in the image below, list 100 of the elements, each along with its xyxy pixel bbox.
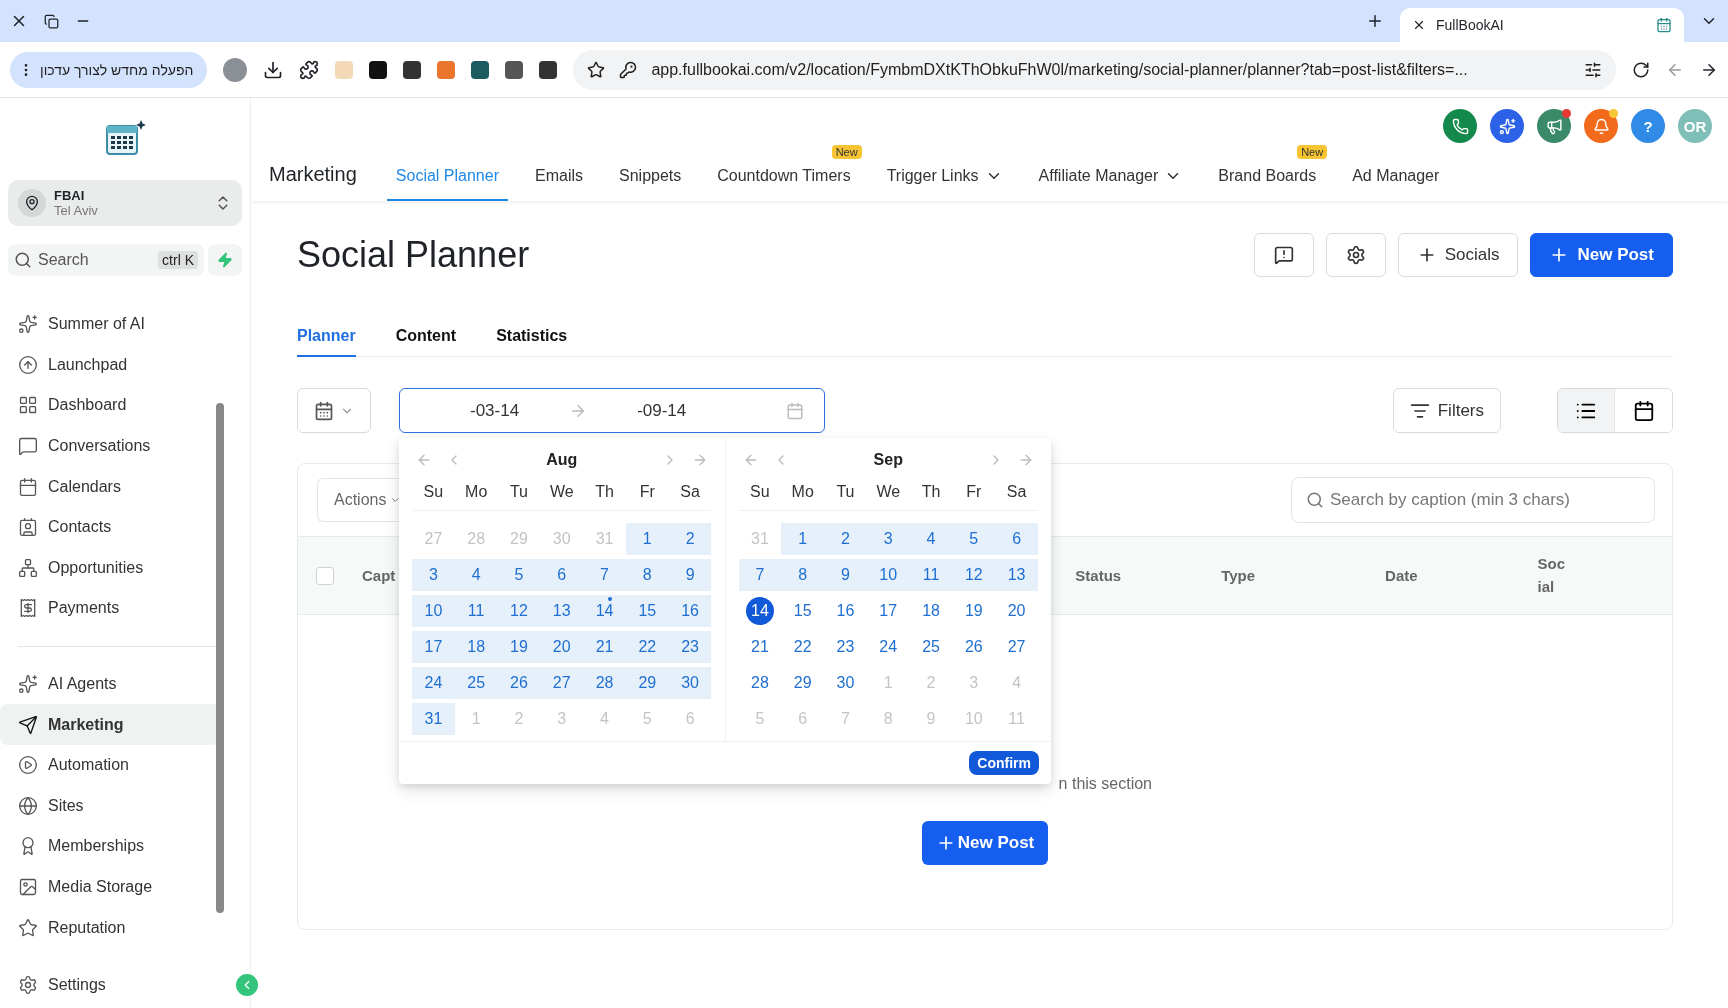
site-settings-icon[interactable] [1584,60,1602,79]
calendar-day[interactable]: 16 [668,595,712,627]
nav-tab[interactable]: Ad Manager [1343,167,1449,201]
extension-icon[interactable] [403,60,422,79]
calendar-day[interactable]: 7 [738,559,782,591]
calendar-day[interactable]: 28 [583,667,626,699]
nav-tab[interactable]: Affiliate Manager [1029,167,1192,201]
calendar-day[interactable]: 19 [497,631,541,663]
sidebar-item[interactable]: Media Storage [0,866,220,908]
nav-tab[interactable]: Snippets [610,167,691,201]
calendar-day[interactable]: 1 [781,523,825,555]
calendar-day[interactable]: 13 [540,595,584,627]
sidebar-item[interactable]: Reputation [0,907,220,948]
nav-tab[interactable]: Emails [526,167,592,201]
tab[interactable]: Content [395,327,457,357]
close-icon[interactable] [1412,18,1426,32]
new-post-button[interactable]: New Post [921,821,1049,865]
sidebar-item[interactable]: Settings [48,976,106,994]
calendar-day[interactable]: 20 [540,631,584,663]
calendar-day[interactable]: 7 [583,559,626,591]
calendar-day[interactable]: 19 [952,595,996,627]
account-switcher[interactable]: FBAI Tel Aviv [8,180,242,226]
header-button[interactable]: Socials [1397,233,1519,277]
extension-icon[interactable] [369,60,388,79]
calendar-day[interactable]: 5 [497,559,541,591]
calendar-day[interactable]: 23 [824,631,867,663]
calendar-day[interactable]: 1 [625,523,669,555]
calendar-day[interactable]: 8 [781,559,825,591]
extension-icon[interactable] [539,60,558,79]
list-view-button[interactable] [1558,389,1615,432]
calendar-day[interactable]: 29 [781,667,825,699]
profile-icon[interactable] [223,57,248,82]
calendar-day[interactable]: 26 [952,631,996,663]
calendar-day[interactable]: 24 [866,631,910,663]
calendar-day[interactable]: 12 [952,559,996,591]
nav-tab[interactable]: Trigger Links [877,167,1012,201]
calendar-day[interactable]: 2 [668,523,712,555]
address-bar[interactable]: app.fullbookai.com/v2/location/FymbmDXtKThObkuFhW0l/marketing/social-planner/planner?tab=post-list&filters=... [573,49,1616,90]
calendar-day[interactable]: 22 [781,631,825,663]
sidebar-item[interactable]: Sites [0,785,220,827]
calendar-day[interactable]: 21 [583,631,626,663]
calendar-day[interactable]: 8 [625,559,669,591]
sidebar-item[interactable]: Conversations [0,425,220,467]
key-icon[interactable] [619,60,638,79]
extensions-icon[interactable] [299,59,320,80]
calendar-day[interactable]: 18 [454,631,498,663]
reload-icon[interactable] [1632,60,1650,79]
sidebar-item[interactable]: Opportunities [0,547,220,589]
calendar-day[interactable]: 12 [497,595,541,627]
calendar-day[interactable]: 17 [866,595,910,627]
icon-button[interactable] [1325,233,1386,277]
extension-icon[interactable] [505,60,524,79]
calendar-day[interactable]: 15 [781,595,825,627]
new-tab-icon[interactable] [1366,12,1384,30]
sidebar-item[interactable]: Dashboard [0,385,220,426]
announcements-button[interactable] [1537,109,1571,143]
update-button[interactable]: הפעלה מחדש לצורך עדכון [10,51,208,88]
tab[interactable]: Statistics [496,327,568,357]
calendar-day[interactable]: 9 [668,559,712,591]
sidebar-item[interactable]: Calendars [0,466,220,507]
ai-button[interactable] [1490,109,1524,143]
calendar-day[interactable]: 4 [454,559,498,591]
calendar-day[interactable]: 27 [540,667,584,699]
calendar-day[interactable]: 10 [412,595,455,627]
nav-tab[interactable]: Social Planner [386,167,508,201]
phone-button[interactable] [1443,109,1477,143]
calendar-day[interactable]: 9 [824,559,867,591]
calendar-day[interactable]: 10 [866,559,910,591]
confirm-button[interactable]: Confirm [969,751,1039,775]
sidebar-item[interactable]: Payments [0,588,220,629]
calendar-day[interactable]: 17 [412,631,455,663]
calendar-day[interactable]: 24 [412,667,455,699]
date-range-field[interactable]: -03-14 -09-14 [399,388,825,433]
calendar-day[interactable]: 23 [668,631,712,663]
restore-icon[interactable] [44,13,59,29]
calendar-day[interactable]: 11 [909,559,953,591]
sidebar-item[interactable]: Memberships [0,826,220,867]
calendar-day[interactable]: 3 [866,523,910,555]
help-button[interactable]: ? [1631,109,1665,143]
calendar-day[interactable]: 14 [583,595,626,627]
tab[interactable]: Planner [297,327,356,357]
calendar-day[interactable]: 2 [824,523,867,555]
calendar-day[interactable]: 30 [668,667,712,699]
calendar-day[interactable]: 27 [995,631,1038,663]
calendar-day[interactable]: 13 [995,559,1038,591]
calendar-day[interactable]: 22 [625,631,669,663]
calendar-day[interactable]: 30 [824,667,867,699]
actions-dropdown[interactable]: Actions [317,478,401,522]
calendar-day[interactable]: 11 [454,595,498,627]
calendar-day[interactable]: 5 [952,523,996,555]
extension-icon[interactable] [471,60,490,79]
calendar-day[interactable]: 21 [738,631,782,663]
calendar-day[interactable]: 20 [995,595,1038,627]
sidebar-item[interactable]: AI Agents [0,663,220,705]
calendar-day[interactable]: 29 [625,667,669,699]
select-all-checkbox[interactable] [316,566,334,585]
calendar-day[interactable]: 6 [540,559,584,591]
icon-button[interactable] [1253,233,1314,277]
sidebar-item[interactable]: Summer of AI [0,304,220,345]
scrollbar[interactable] [216,403,224,913]
